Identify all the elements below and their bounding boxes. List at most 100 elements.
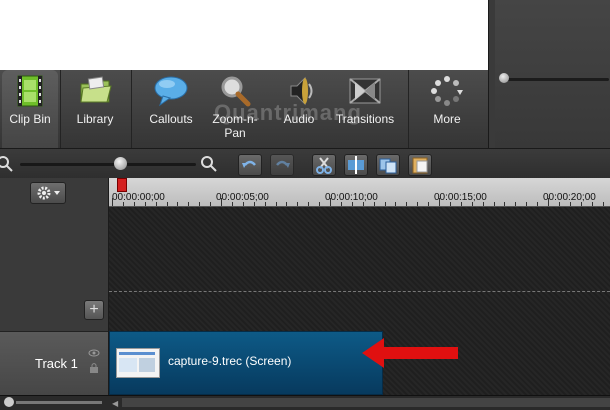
ruler-tick: [242, 202, 244, 206]
spinner-dots-icon: [429, 74, 465, 108]
ruler-tick: [569, 202, 571, 206]
timeline-ruler[interactable]: 00:00:00;00 00:00:05;00 00:00:10;00 00:0…: [109, 178, 610, 207]
horizontal-scrollbar[interactable]: [122, 398, 610, 407]
ruler-tick: [221, 198, 222, 206]
ruler-tick: [493, 202, 495, 206]
timeline-options-button[interactable]: [30, 182, 66, 204]
zoom-out-icon[interactable]: [0, 155, 14, 173]
paste-button[interactable]: [408, 154, 432, 176]
split-icon: [348, 156, 364, 174]
ruler-tick: [602, 202, 604, 206]
toolbar-divider: [131, 70, 132, 148]
clip-thumbnail: [116, 348, 160, 378]
ruler-tick: [177, 202, 179, 206]
panel-body: [495, 0, 610, 148]
ruler-tick: [231, 202, 233, 206]
ruler-tick: [199, 202, 201, 206]
ruler-tick: [428, 202, 430, 206]
ruler-tick: [351, 202, 353, 206]
ruler-tick: [548, 198, 549, 206]
ruler-tick: [482, 202, 484, 206]
zoom-slider-knob[interactable]: [114, 157, 127, 170]
ruler-tick: [133, 202, 135, 206]
ruler-tick: [188, 202, 190, 206]
undo-button[interactable]: [238, 154, 262, 176]
ruler-tick: [591, 202, 593, 206]
ruler-tick: [340, 202, 342, 206]
ruler-tick: [417, 202, 419, 206]
paste-icon: [412, 157, 428, 174]
ruler-tick: [439, 198, 440, 206]
copy-button[interactable]: [376, 154, 400, 176]
timeline-bottom-bar: ◀: [0, 395, 610, 410]
add-track-button[interactable]: +: [84, 300, 104, 320]
ruler-tick: [537, 202, 539, 206]
ruler-tick: [264, 202, 266, 206]
scroll-left-icon[interactable]: ◀: [112, 399, 118, 408]
eye-icon[interactable]: [88, 348, 100, 358]
ruler-tick: [122, 202, 124, 206]
copy-icon: [379, 158, 397, 174]
ruler-tick: [297, 202, 299, 206]
ruler-tick: [166, 202, 168, 206]
ruler-tick: [384, 202, 386, 206]
ruler-tick: [155, 202, 157, 206]
tab-clip-bin-label: Clip Bin: [9, 112, 51, 126]
timeline-toolbar: [0, 148, 610, 179]
track-height-slider[interactable]: [16, 401, 102, 404]
track-1-label: Track 1: [35, 356, 78, 371]
ruler-tick: [210, 202, 212, 206]
ruler-tick: [319, 202, 321, 206]
properties-panel: [488, 0, 610, 148]
scissors-icon: [316, 157, 332, 174]
ruler-tick: [449, 202, 451, 206]
timeline-clip[interactable]: capture-9.trec (Screen): [109, 331, 383, 395]
ruler-tick: [406, 202, 408, 206]
ruler-tick: [373, 202, 375, 206]
ruler-tick: [580, 202, 582, 206]
ruler-tick: [275, 202, 277, 206]
lock-icon[interactable]: [89, 362, 99, 374]
ruler-tick: [330, 198, 331, 206]
panel-slider-track[interactable]: [503, 78, 609, 81]
ruler-tick: [144, 202, 146, 206]
ruler-tick: [286, 202, 288, 206]
track-1-header[interactable]: Track 1: [0, 331, 108, 396]
clip-label: capture-9.trec (Screen): [168, 354, 292, 368]
toolbar-divider: [60, 70, 61, 148]
undo-icon: [242, 160, 256, 168]
ruler-tick: [460, 202, 462, 206]
ruler-tick: [504, 202, 506, 206]
ruler-tick: [515, 202, 517, 206]
ruler-tick: [112, 198, 113, 206]
film-strip-icon: [12, 74, 48, 108]
tab-library[interactable]: Library: [64, 70, 126, 148]
panel-slider-knob[interactable]: [499, 73, 509, 83]
ruler-tick: [253, 202, 255, 206]
tab-callouts-label: Callouts: [149, 112, 193, 126]
redo-button[interactable]: [270, 154, 294, 176]
split-button[interactable]: [344, 154, 368, 176]
ruler-tick: [558, 202, 560, 206]
tab-callouts[interactable]: Callouts: [140, 70, 202, 148]
gear-icon: [37, 186, 60, 200]
track-drop-line: [109, 291, 610, 292]
tab-more[interactable]: More: [414, 70, 480, 148]
speech-bubble-icon: [153, 74, 189, 108]
ruler-tick: [395, 202, 397, 206]
red-arrow-annotation: [362, 338, 458, 368]
tab-more-label: More: [433, 112, 461, 126]
folder-icon: [77, 74, 113, 108]
redo-icon: [276, 160, 290, 168]
tab-clip-bin[interactable]: Clip Bin: [2, 70, 58, 148]
cut-button[interactable]: [312, 154, 336, 176]
zoom-in-icon[interactable]: [200, 155, 218, 173]
track-height-knob[interactable]: [4, 397, 14, 407]
ruler-tick: [308, 202, 310, 206]
zoom-slider-track[interactable]: [20, 163, 196, 166]
ruler-tick-label: 00:00:00;00: [112, 192, 165, 203]
watermark: Quantrimang: [214, 100, 362, 125]
tab-library-label: Library: [76, 112, 114, 126]
ruler-tick: [362, 202, 364, 206]
playhead-marker[interactable]: [117, 178, 127, 192]
